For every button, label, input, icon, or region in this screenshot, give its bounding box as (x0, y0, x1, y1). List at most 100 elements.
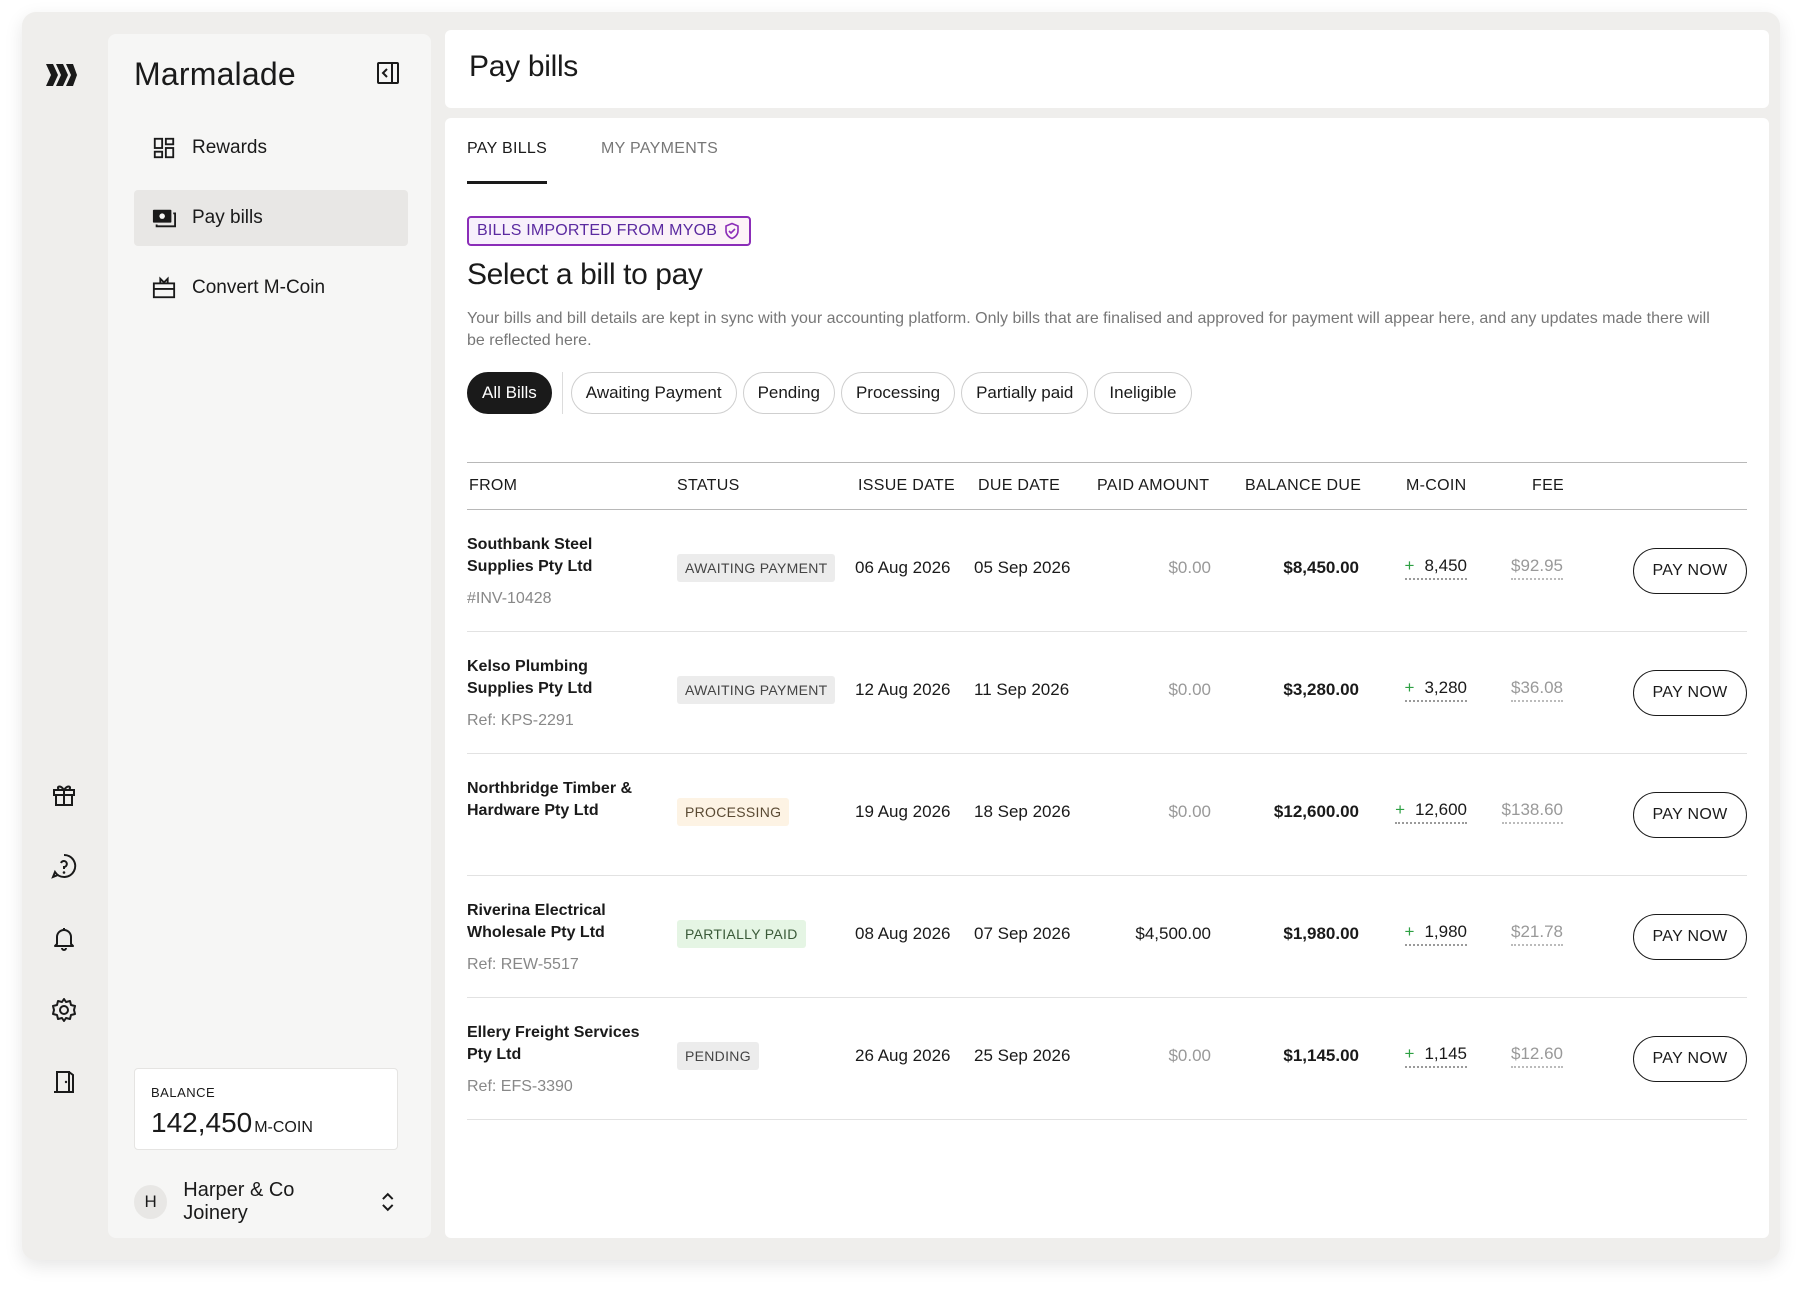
sidebar-item-convert-m-coin[interactable]: Convert M-Coin (134, 260, 408, 316)
m-coin-earned[interactable]: +3,280 (1404, 678, 1467, 702)
section-title: Select a bill to pay (467, 258, 703, 291)
col-fee[interactable]: FEE (1532, 477, 1564, 495)
m-coin-sign: + (1395, 800, 1405, 819)
sidebar: Marmalade Rewards Pay bills Convert M-Co… (108, 34, 431, 1238)
gear-icon[interactable] (50, 996, 78, 1024)
bills-table: FROM STATUS ISSUE DATE DUE DATE PAID AMO… (467, 462, 1747, 1120)
filter-partially-paid[interactable]: Partially paid (961, 372, 1089, 414)
pay-now-button[interactable]: PAY NOW (1633, 670, 1747, 716)
bill-reference: Ref: EFS-3390 (467, 1078, 573, 1095)
pay-now-button[interactable]: PAY NOW (1633, 548, 1747, 594)
filter-pending[interactable]: Pending (742, 372, 835, 414)
collapse-sidebar-icon[interactable] (375, 60, 401, 86)
fee-amount[interactable]: $36.08 (1511, 678, 1563, 702)
filter-ineligible[interactable]: Ineligible (1094, 372, 1192, 414)
due-date: 18 Sep 2026 (974, 802, 1071, 821)
table-header: FROM STATUS ISSUE DATE DUE DATE PAID AMO… (467, 462, 1747, 510)
col-balance-due[interactable]: BALANCE DUE (1245, 477, 1361, 495)
pay-now-button[interactable]: PAY NOW (1633, 792, 1747, 838)
status-badge: AWAITING PAYMENT (677, 676, 836, 704)
myob-import-badge: BILLS IMPORTED FROM MYOB (467, 216, 752, 246)
logout-door-icon[interactable] (50, 1068, 78, 1096)
table-row[interactable]: Kelso Plumbing Supplies Pty Ltd Ref: KPS… (467, 632, 1747, 754)
status-badge: PENDING (677, 1042, 759, 1070)
bill-reference: #INV-10428 (467, 590, 552, 607)
balance-due: $3,280.00 (1283, 680, 1359, 699)
tab-pay-bills[interactable]: PAY BILLS (467, 140, 548, 184)
status-filter-chips: All Bills Awaiting Payment Pending Proce… (467, 372, 1198, 414)
m-coin-earned[interactable]: +1,145 (1404, 1044, 1467, 1068)
sidebar-item-rewards[interactable]: Rewards (134, 120, 408, 176)
table-row[interactable]: Ellery Freight Services Pty Ltd Ref: EFS… (467, 998, 1747, 1120)
m-coin-value: 8,450 (1424, 556, 1467, 575)
cash-icon (150, 204, 178, 232)
filter-processing[interactable]: Processing (840, 372, 956, 414)
bill-supplier-name: Kelso Plumbing Supplies Pty Ltd (467, 658, 593, 697)
logo-icon[interactable] (44, 60, 78, 90)
paid-amount: $0.00 (1168, 802, 1211, 821)
table-body: Southbank Steel Supplies Pty Ltd #INV-10… (467, 510, 1747, 1120)
sidebar-item-pay-bills[interactable]: Pay bills (134, 190, 408, 246)
paid-amount: $0.00 (1168, 680, 1211, 699)
tab-my-payments[interactable]: MY PAYMENTS (601, 140, 718, 184)
fee-amount[interactable]: $138.60 (1501, 800, 1563, 824)
filter-all-bills[interactable]: All Bills (467, 372, 552, 414)
issue-date: 06 Aug 2026 (855, 558, 951, 577)
chevron-updown-icon (382, 1192, 394, 1212)
brand-name: Marmalade (134, 56, 296, 92)
due-date: 25 Sep 2026 (974, 1046, 1071, 1065)
m-coin-earned[interactable]: +12,600 (1395, 800, 1467, 824)
pay-now-button[interactable]: PAY NOW (1633, 914, 1747, 960)
m-coin-value: 1,980 (1424, 922, 1467, 941)
m-coin-earned[interactable]: +1,980 (1404, 922, 1467, 946)
icon-rail (22, 12, 108, 1260)
main-content: PAY BILLS MY PAYMENTS BILLS IMPORTED FRO… (445, 118, 1769, 1238)
issue-date: 12 Aug 2026 (855, 680, 951, 699)
balance-due: $8,450.00 (1283, 558, 1359, 577)
bill-reference: Ref: KPS-2291 (467, 712, 574, 729)
balance-card: BALANCE 142,450 M-COIN (134, 1068, 398, 1150)
balance-due: $1,980.00 (1283, 924, 1359, 943)
col-due-date[interactable]: DUE DATE (978, 477, 1060, 495)
m-coin-value: 12,600 (1415, 800, 1467, 819)
filter-divider (561, 372, 563, 414)
col-status[interactable]: STATUS (677, 477, 740, 495)
status-badge: PROCESSING (677, 798, 790, 826)
bell-icon[interactable] (50, 924, 78, 952)
due-date: 11 Sep 2026 (974, 680, 1070, 699)
table-row[interactable]: Northbridge Timber & Hardware Pty Ltd PR… (467, 754, 1747, 876)
balance-amount: 142,450 (151, 1107, 253, 1138)
gift-icon[interactable] (50, 780, 78, 808)
m-coin-earned[interactable]: +8,450 (1404, 556, 1467, 580)
gift-box-icon (150, 274, 178, 302)
bill-supplier-name: Riverina Electrical Wholesale Pty Ltd (467, 902, 606, 941)
fee-amount[interactable]: $21.78 (1511, 922, 1563, 946)
col-paid-amount[interactable]: PAID AMOUNT (1097, 477, 1209, 495)
bill-supplier-name: Ellery Freight Services Pty Ltd (467, 1024, 640, 1063)
paid-amount: $0.00 (1168, 558, 1211, 577)
account-switcher[interactable]: H Harper & Co Joinery (134, 1179, 398, 1224)
app-window: Marmalade Rewards Pay bills Convert M-Co… (22, 12, 1780, 1260)
help-icon[interactable] (50, 852, 78, 880)
fee-amount[interactable]: $12.60 (1511, 1044, 1563, 1068)
table-row[interactable]: Riverina Electrical Wholesale Pty Ltd Re… (467, 876, 1747, 998)
issue-date: 19 Aug 2026 (855, 802, 951, 821)
paid-amount: $0.00 (1168, 1046, 1211, 1065)
m-coin-value: 1,145 (1424, 1044, 1467, 1063)
due-date: 05 Sep 2026 (974, 558, 1071, 577)
balance-unit: M-COIN (254, 1119, 313, 1136)
col-issue-date[interactable]: ISSUE DATE (858, 477, 955, 495)
account-name: Harper & Co Joinery (183, 1179, 295, 1224)
sidebar-item-label: Rewards (192, 137, 267, 158)
filter-awaiting-payment[interactable]: Awaiting Payment (570, 372, 737, 414)
pay-now-button[interactable]: PAY NOW (1633, 1036, 1747, 1082)
col-m-coin[interactable]: M-COIN (1406, 477, 1466, 495)
section-description: Your bills and bill details are kept in … (467, 310, 1710, 349)
sidebar-item-label: Pay bills (192, 207, 263, 228)
dashboard-grid-icon (150, 134, 178, 162)
table-row[interactable]: Southbank Steel Supplies Pty Ltd #INV-10… (467, 510, 1747, 632)
bill-supplier-name: Northbridge Timber & Hardware Pty Ltd (467, 780, 633, 819)
fee-amount[interactable]: $92.95 (1511, 556, 1563, 580)
avatar: H (134, 1185, 168, 1219)
col-from[interactable]: FROM (469, 477, 517, 495)
